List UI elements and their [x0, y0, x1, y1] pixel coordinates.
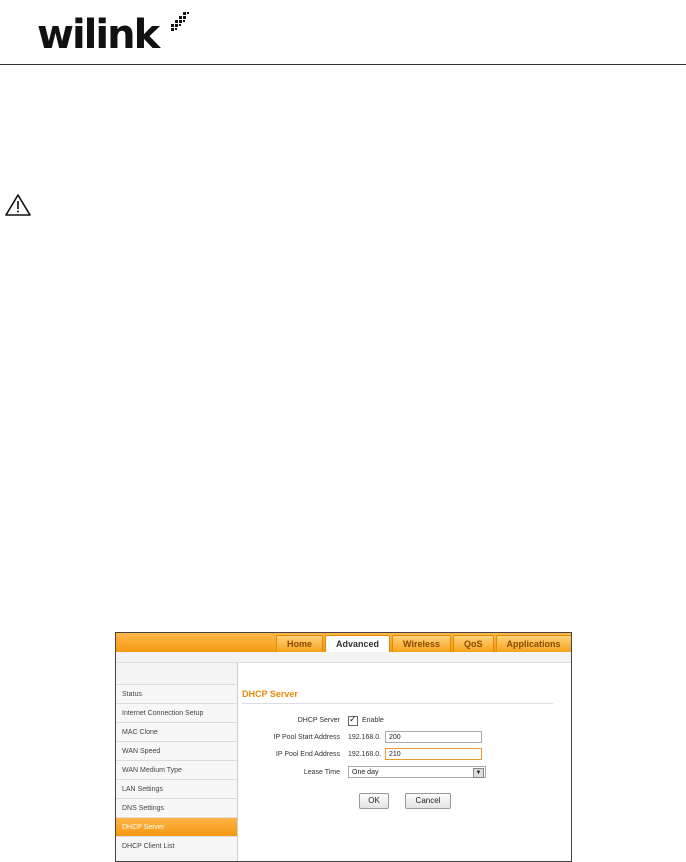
sidebar-item-status[interactable]: Status [116, 684, 237, 703]
ip-pool-start-label: IP Pool Start Address [273, 734, 340, 741]
sidebar-item-dhcp-server[interactable]: DHCP Server [116, 817, 237, 836]
enable-label: Enable [362, 717, 384, 724]
sidebar-item-wan-medium-type[interactable]: WAN Medium Type [116, 760, 237, 779]
enable-checkbox[interactable] [348, 714, 358, 726]
lease-time-select[interactable]: One day ▼ [348, 766, 486, 778]
lease-time-label: Lease Time [303, 769, 340, 776]
sub-header-strip [116, 652, 571, 663]
sidebar-item-dhcp-client-list[interactable]: DHCP Client List [116, 836, 237, 855]
dhcp-server-label: DHCP Server [297, 717, 340, 724]
header-divider [0, 64, 686, 65]
ip-pool-start-prefix: 192.168.0. [348, 734, 382, 741]
wilink-logo: wilink [37, 12, 189, 62]
section-divider [242, 703, 553, 704]
sidebar-item-wan-speed[interactable]: WAN Speed [116, 741, 237, 760]
ip-pool-start-input[interactable]: 200 [385, 731, 482, 743]
sidebar-item-internet-connection-setup[interactable]: Internet Connection Setup [116, 703, 237, 722]
section-title: DHCP Server [242, 689, 298, 699]
chevron-down-icon[interactable]: ▼ [473, 768, 484, 778]
logo-text: wilink [37, 12, 160, 58]
sidebar-item-mac-clone[interactable]: MAC Clone [116, 722, 237, 741]
ok-button[interactable]: OK [359, 793, 389, 809]
ip-pool-end-input[interactable]: 210 [385, 748, 482, 760]
ip-pool-end-label: IP Pool End Address [275, 751, 340, 758]
sidebar-item-dns-settings[interactable]: DNS Settings [116, 798, 237, 817]
logo-dots-icon [171, 12, 189, 31]
tab-home[interactable]: Home [276, 635, 324, 652]
ip-pool-end-prefix: 192.168.0. [348, 751, 382, 758]
warning-icon [5, 194, 31, 216]
lease-time-value: One day [352, 769, 379, 776]
dhcp-settings-panel: DHCP Server DHCP Server Enable IP Pool S… [242, 663, 571, 861]
tab-wireless[interactable]: Wireless [392, 635, 451, 652]
main-tabs: Home Advanced Wireless QoS Applications [276, 635, 571, 653]
sidebar: Status Internet Connection Setup MAC Clo… [116, 663, 238, 861]
tab-advanced[interactable]: Advanced [325, 635, 391, 653]
cancel-button[interactable]: Cancel [405, 793, 451, 809]
router-admin-screenshot: Home Advanced Wireless QoS Applications … [115, 632, 572, 862]
tab-applications[interactable]: Applications [495, 635, 571, 652]
tab-qos[interactable]: QoS [452, 635, 494, 652]
sidebar-item-lan-settings[interactable]: LAN Settings [116, 779, 237, 798]
